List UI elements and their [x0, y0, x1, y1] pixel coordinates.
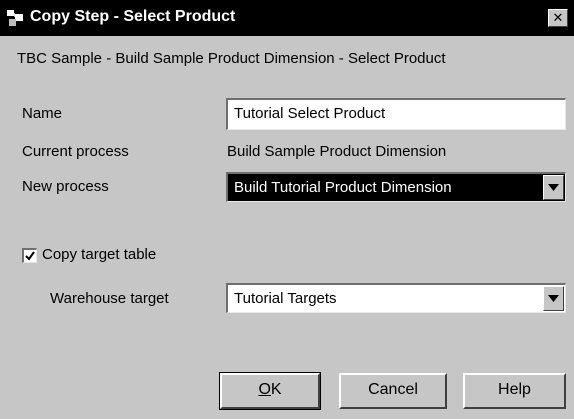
copy-step-dialog: Copy Step - Select Product ✕ TBC Sample …	[0, 0, 574, 419]
cancel-button[interactable]: Cancel	[339, 373, 447, 409]
new-process-dropdown[interactable]: Build Tutorial Product Dimension	[226, 172, 566, 202]
copy-target-checkbox[interactable]	[22, 248, 37, 263]
window-title: Copy Step - Select Product	[30, 8, 236, 25]
warehouse-target-dropdown[interactable]: Tutorial Targets	[226, 283, 566, 313]
warehouse-target-label: Warehouse target	[50, 290, 169, 307]
help-button[interactable]: Help	[463, 373, 566, 409]
close-icon: ✕	[552, 10, 564, 25]
help-label: Help	[498, 381, 531, 398]
name-field-value: Tutorial Select Product	[234, 105, 386, 122]
checkmark-icon	[25, 251, 35, 261]
copy-step-icon	[7, 10, 23, 26]
ok-button[interactable]: OK	[219, 372, 321, 410]
chevron-down-icon	[548, 295, 559, 302]
title-bar[interactable]: Copy Step - Select Product ✕	[0, 0, 574, 36]
copy-target-label[interactable]: Copy target table	[42, 246, 156, 263]
cancel-label: Cancel	[368, 381, 418, 398]
chevron-down-icon	[548, 184, 559, 191]
current-process-value: Build Sample Product Dimension	[227, 143, 447, 160]
new-process-selected: Build Tutorial Product Dimension	[234, 179, 452, 196]
name-label: Name	[22, 105, 63, 122]
ok-mnemonic: O	[258, 381, 271, 398]
close-button[interactable]: ✕	[548, 9, 568, 27]
warehouse-target-dropdown-button[interactable]	[543, 286, 564, 311]
step-path: TBC Sample - Build Sample Product Dimens…	[17, 50, 446, 67]
new-process-dropdown-button[interactable]	[543, 175, 564, 200]
name-field[interactable]: Tutorial Select Product	[226, 98, 566, 130]
warehouse-target-selected: Tutorial Targets	[234, 290, 337, 307]
ok-label: K	[270, 381, 282, 398]
current-process-label: Current process	[22, 143, 129, 160]
new-process-label: New process	[22, 178, 109, 195]
